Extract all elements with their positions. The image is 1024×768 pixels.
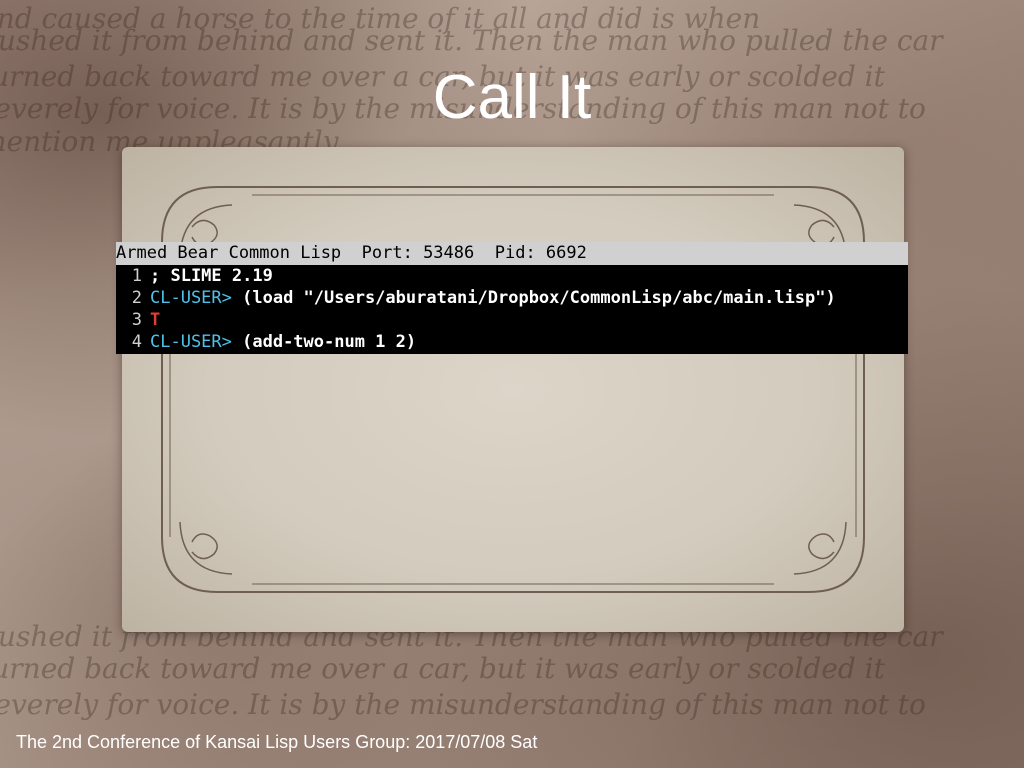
repl-prompt: CL-USER> [150,332,232,352]
repl-line: 2 CL-USER> (load "/Users/aburatani/Dropbo… [116,287,908,309]
repl-result: T [150,310,161,330]
line-number: 2 [131,288,142,308]
repl-port: Port: 53486 [361,243,475,263]
line-number: 3 [131,310,142,330]
card-border-ornament [161,186,865,593]
line-number: 4 [131,332,142,352]
repl-terminal: Armed Bear Common Lisp Port: 53486 Pid: … [116,242,908,354]
repl-line: 1 ; SLIME 2.19 [116,265,908,287]
repl-input[interactable]: (add-two-num 1 2) [232,332,416,352]
repl-header: Armed Bear Common Lisp Port: 53486 Pid: … [116,242,908,265]
repl-app-name: Armed Bear Common Lisp [116,243,342,263]
ornate-card [122,147,904,632]
repl-input: (load "/Users/aburatani/Dropbox/CommonLi… [231,288,836,308]
background-script-decoration: pushed it from behind and sent it. Then … [0,24,943,57]
repl-prompt: CL-USER> [150,288,232,308]
repl-output: ; SLIME 2.19 [150,266,273,286]
repl-line: 3T [116,309,908,331]
slide-footer: The 2nd Conference of Kansai Lisp Users … [16,732,538,752]
repl-line: 4 CL-USER> (add-two-num 1 2) [116,331,908,353]
repl-pid: Pid: 6692 [494,243,587,263]
line-number: 1 [131,266,142,286]
background-script-decoration: severely for voice. It is by the misunde… [0,688,926,721]
background-script-decoration: turned back toward me over a car, but it… [0,652,885,685]
slide: and caused a horse to the time of it all… [0,0,1024,768]
slide-title: Call It [432,63,592,132]
